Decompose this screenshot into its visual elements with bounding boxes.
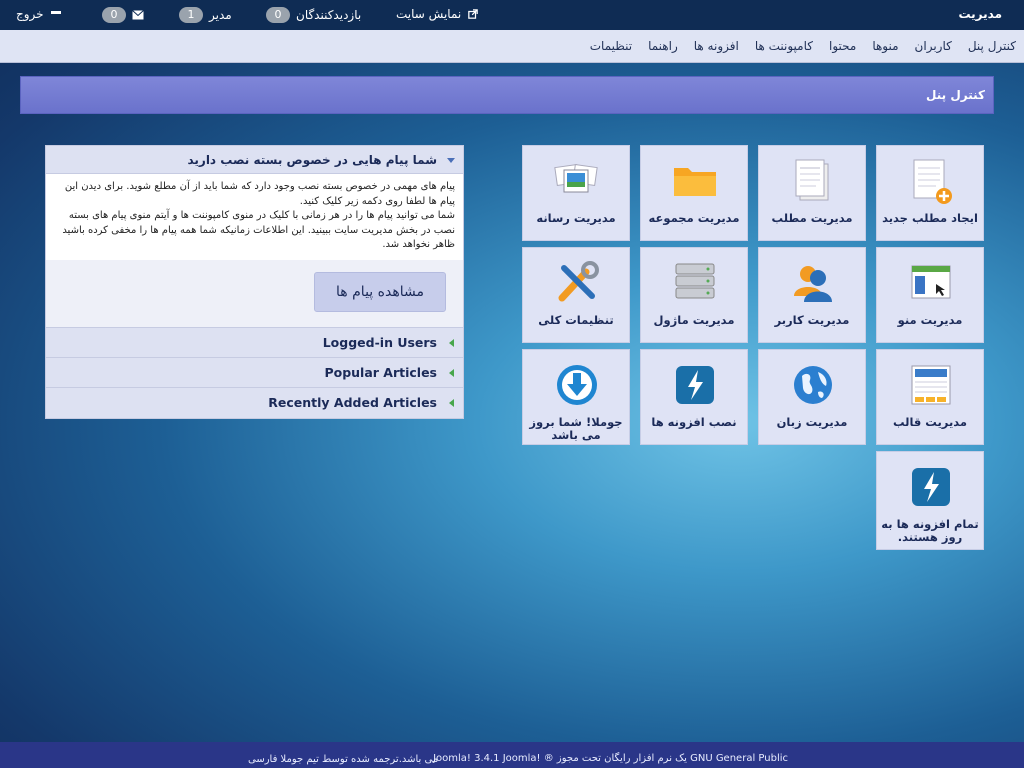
menu-item-control-panel[interactable]: کنترل پنل — [960, 39, 1024, 53]
article-manager-icon — [795, 159, 829, 201]
minus-icon — [50, 11, 61, 14]
section-label: Logged-in Users — [322, 335, 437, 350]
tile-label: مدیریت قالب — [892, 415, 968, 429]
tile-template-manager[interactable]: مدیریت قالب — [876, 349, 984, 445]
top-bar: مدیریت نمایش سایت بازدیدکنندگان 0 مدیر 1… — [0, 0, 1024, 30]
panel-title: شما پیام هایی در خصوص بسته نصب دارید — [187, 153, 437, 167]
section-label: Popular Articles — [324, 365, 437, 380]
section-label: Recently Added Articles — [268, 395, 437, 410]
download-icon — [557, 365, 597, 405]
tile-language-manager[interactable]: مدیریت زبان — [758, 349, 866, 445]
tile-label: مدیریت مطلب — [771, 211, 853, 225]
visitors-label: بازدیدکنندگان — [296, 8, 362, 22]
panel-header[interactable]: شما پیام هایی در خصوص بسته نصب دارید — [46, 146, 463, 174]
panel-button-area: مشاهده پیام ها — [46, 260, 463, 328]
tile-label: مدیریت زبان — [776, 415, 848, 429]
globe-icon — [794, 366, 832, 404]
messages-indicator[interactable]: 0 — [102, 7, 144, 23]
tile-new-article[interactable]: ایجاد مطلب جدید — [876, 145, 984, 241]
lightning-icon — [676, 366, 714, 404]
external-link-icon — [468, 9, 479, 19]
tile-label: نصب افزونه ها — [651, 415, 737, 429]
section-popular-articles[interactable]: Popular Articles — [46, 358, 463, 388]
tile-menu-manager[interactable]: مدیریت منو — [876, 247, 984, 343]
menu-item-components[interactable]: کامپوننت ها — [747, 39, 821, 53]
section-logged-in-users[interactable]: Logged-in Users — [46, 328, 463, 358]
menu-item-settings[interactable]: تنظیمات — [582, 39, 640, 53]
tile-extensions-up-to-date[interactable]: تمام افزونه ها به روز هستند. — [876, 451, 984, 550]
lightning-icon — [912, 468, 950, 506]
panel-message-text: پیام های مهمی در خصوص بسته نصب وجود دارد… — [62, 181, 455, 250]
footer-translation-text: می باشد.ترجمه شده توسط تیم جوملا فارسی — [248, 754, 439, 765]
caret-left-icon — [449, 339, 454, 347]
view-site-label: نمایش سایت — [396, 7, 462, 21]
admins-indicator[interactable]: مدیر 1 — [179, 7, 232, 23]
media-icon — [554, 163, 598, 193]
tile-label: مدیریت کاربر — [774, 313, 850, 327]
tile-install-extensions[interactable]: نصب افزونه ها — [640, 349, 748, 445]
tile-joomla-up-to-date[interactable]: جوملا! شما بروز می باشد — [522, 349, 630, 445]
menu-window-icon — [911, 265, 951, 299]
logout-link[interactable]: خروج — [16, 7, 62, 21]
tile-media-manager[interactable]: مدیریت رسانه — [522, 145, 630, 241]
tile-article-manager[interactable]: مدیریت مطلب — [758, 145, 866, 241]
messages-count-badge: 0 — [102, 7, 126, 23]
template-icon — [911, 365, 951, 405]
menu-item-users[interactable]: کاربران — [907, 39, 960, 53]
tile-label: مدیریت منو — [897, 313, 963, 327]
section-recently-added-articles[interactable]: Recently Added Articles — [46, 388, 463, 418]
view-site-link[interactable]: نمایش سایت — [396, 7, 479, 21]
visitors-indicator[interactable]: بازدیدکنندگان 0 — [266, 7, 361, 23]
users-icon — [794, 266, 832, 302]
menu-item-content[interactable]: محتوا — [821, 39, 864, 53]
tile-label: مدیریت ماژول — [653, 313, 735, 327]
main-menu-bar: کنترل پنل کاربران منوها محتوا کامپوننت ه… — [0, 30, 1024, 63]
caret-left-icon — [449, 399, 454, 407]
tile-label: مدیریت رسانه — [536, 211, 616, 225]
page-title-bar: کنترل پنل — [20, 76, 994, 114]
tile-label: ایجاد مطلب جدید — [882, 211, 978, 225]
panel-message: پیام های مهمی در خصوص بسته نصب وجود دارد… — [46, 174, 463, 260]
tools-icon — [558, 261, 599, 302]
post-install-panel: شما پیام هایی در خصوص بسته نصب دارید پیا… — [45, 145, 464, 419]
tile-user-manager[interactable]: مدیریت کاربر — [758, 247, 866, 343]
tile-label: تنظیمات کلی — [538, 313, 614, 327]
caret-down-icon — [447, 158, 455, 163]
logout-label: خروج — [16, 7, 44, 21]
page-title: کنترل پنل — [926, 88, 985, 102]
visitors-count-badge: 0 — [266, 7, 290, 23]
tile-category-manager[interactable]: مدیریت مجموعه — [640, 145, 748, 241]
menu-item-help[interactable]: راهنما — [640, 39, 686, 53]
new-article-icon — [913, 159, 952, 204]
caret-left-icon — [449, 369, 454, 377]
menu-item-extensions[interactable]: افزونه ها — [686, 39, 747, 53]
tile-label: مدیریت مجموعه — [648, 211, 740, 225]
menu-item-menus[interactable]: منوها — [864, 39, 906, 53]
module-stack-icon — [675, 263, 715, 299]
tile-global-configuration[interactable]: تنظیمات کلی — [522, 247, 630, 343]
admin-brand[interactable]: مدیریت — [958, 7, 1002, 21]
folder-icon — [674, 168, 716, 196]
tile-label: جوملا! شما بروز می باشد — [529, 415, 623, 442]
view-messages-button[interactable]: مشاهده پیام ها — [314, 272, 446, 312]
tile-module-manager[interactable]: مدیریت ماژول — [640, 247, 748, 343]
footer: Joomla! 3.4.1 Joomla! ® یک نرم افزار رای… — [0, 742, 1024, 768]
admins-count-badge: 1 — [179, 7, 203, 23]
tile-label: تمام افزونه ها به روز هستند. — [881, 517, 979, 544]
envelope-icon — [132, 10, 144, 20]
admins-label: مدیر — [209, 8, 232, 22]
footer-license-text: Joomla! 3.4.1 Joomla! ® یک نرم افزار رای… — [433, 753, 788, 764]
